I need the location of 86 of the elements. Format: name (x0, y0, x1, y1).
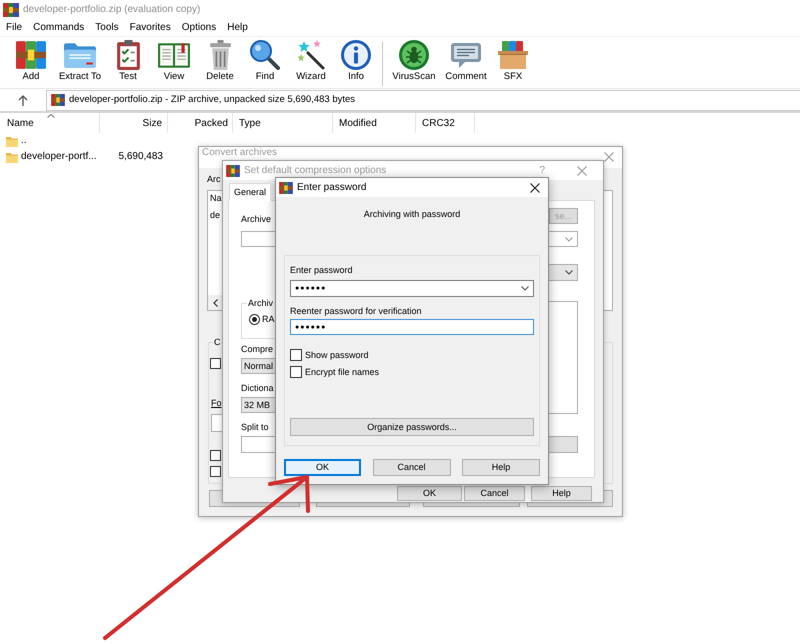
search-icon (250, 40, 280, 70)
box-books-icon (498, 41, 528, 69)
radio-button[interactable] (249, 314, 260, 325)
bug-icon (399, 40, 429, 70)
toolbar-button[interactable]: Extract To (54, 39, 106, 83)
chevron-down-icon (521, 286, 529, 291)
folder-icon (6, 136, 18, 146)
address-field[interactable]: developer-portfolio.zip - ZIP archive, unpacked size 5,690,483 bytes (46, 90, 800, 110)
checkbox[interactable] (210, 358, 221, 369)
checkbox[interactable] (290, 349, 302, 361)
column-header[interactable]: Modified (333, 113, 416, 133)
checkbox[interactable] (210, 466, 221, 477)
trash-icon (210, 40, 230, 70)
checkbox-label[interactable]: Encrypt file names (305, 366, 380, 378)
close-icon[interactable] (530, 182, 540, 192)
dialog-title: Convert archives (202, 147, 278, 158)
group-label: Archiv (247, 298, 274, 309)
speech-bubble-icon (451, 42, 481, 68)
up-arrow-icon[interactable] (18, 94, 28, 106)
column-header[interactable]: Name (0, 113, 100, 133)
file-name[interactable]: .. (21, 135, 27, 147)
field-label: Reenter password for verification (290, 306, 422, 317)
menu-item[interactable]: File (6, 21, 22, 34)
list-header: Na (210, 193, 222, 204)
folder-icon (6, 152, 18, 162)
field-label: Compre (241, 344, 274, 355)
field-label: Split to (241, 422, 269, 433)
archive-books-icon (3, 2, 19, 16)
dialog-button[interactable]: Help (531, 486, 592, 501)
menu-item[interactable]: Tools (95, 21, 119, 34)
toolbar-button[interactable]: Test (106, 39, 150, 83)
tab[interactable]: General (229, 183, 272, 201)
chevron-left-icon (212, 298, 218, 306)
toolbar-button[interactable]: Find (242, 39, 288, 83)
menu-item[interactable]: Favorites (130, 21, 171, 34)
archive-books-icon (279, 182, 293, 194)
menu-item[interactable]: Commands (33, 21, 84, 34)
dialog-button[interactable]: Cancel (464, 486, 525, 501)
dialog-title: Enter password (297, 182, 366, 194)
menu-item[interactable]: Options (182, 21, 216, 34)
toolbar-button[interactable]: VirusScan (387, 39, 441, 83)
open-book-icon (158, 42, 190, 68)
magic-wand-icon (297, 40, 325, 70)
dialog-button[interactable]: Cancel (372, 459, 450, 476)
field-label: Dictiona (241, 383, 274, 394)
archive-books-icon (16, 41, 46, 69)
window-title: developer-portfolio.zip (evaluation copy) (23, 4, 200, 16)
field-label: Enter password (290, 265, 353, 276)
field-label: Archive (241, 214, 272, 225)
file-size: 5,690,483 (118, 151, 163, 163)
list-row[interactable]: de (210, 210, 220, 221)
toolbar-button[interactable]: SFX (491, 39, 535, 83)
sort-caret-icon (47, 114, 55, 118)
archive-books-icon (226, 164, 240, 176)
dialog-button[interactable]: OK (284, 459, 361, 476)
dialog-heading: Archiving with password (364, 209, 460, 220)
field-label: Fo (211, 398, 222, 409)
chevron-down-icon (565, 236, 573, 242)
chevron-down-icon (565, 270, 573, 275)
toolbar-button[interactable]: Delete (198, 39, 242, 83)
group-label: C (214, 337, 220, 348)
toolbar-button[interactable]: Wizard (288, 39, 334, 83)
dialog-button[interactable]: OK (397, 486, 462, 501)
clipboard-check-icon (116, 40, 140, 70)
dialog-button[interactable]: Help (462, 459, 540, 476)
toolbar-button[interactable]: Add (8, 39, 54, 83)
dialog-title: Set default compression options (244, 164, 386, 176)
archive-books-icon (51, 94, 65, 106)
column-header[interactable]: Size (100, 113, 168, 133)
column-header[interactable]: CRC32 (416, 113, 475, 133)
menu-item[interactable]: Help (227, 21, 248, 34)
scroll-button[interactable] (208, 295, 222, 310)
file-name[interactable]: developer-portf... (21, 151, 97, 163)
checkbox[interactable] (210, 450, 221, 461)
checkbox-label[interactable]: Show password (305, 350, 369, 360)
toolbar-button[interactable]: Info (334, 39, 378, 83)
organize-passwords-button[interactable]: Organize passwords... (290, 418, 534, 436)
checkbox[interactable] (290, 366, 302, 378)
toolbar-button[interactable]: Comment (441, 39, 491, 83)
folder-icon (64, 42, 96, 68)
field-label: Arc (207, 174, 220, 185)
info-icon (341, 40, 371, 70)
column-header[interactable]: Type (233, 113, 333, 133)
column-header[interactable]: Packed (168, 113, 233, 133)
toolbar-button[interactable]: View (150, 39, 198, 83)
radio-label[interactable]: RA (262, 314, 275, 325)
